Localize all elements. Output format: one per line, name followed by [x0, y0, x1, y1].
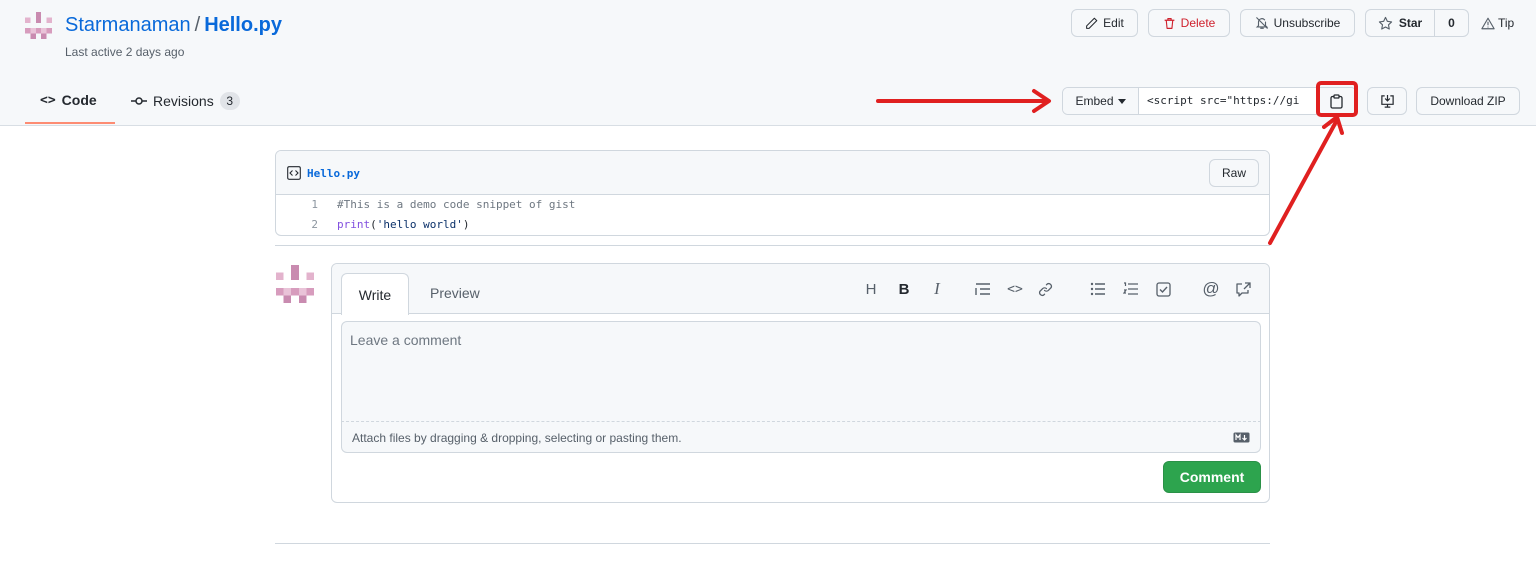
- embed-group: Embed <script src="https://gi: [1062, 87, 1357, 115]
- comment-submit-button[interactable]: Comment: [1163, 461, 1261, 493]
- edit-label: Edit: [1103, 16, 1124, 30]
- desktop-download-icon: [1380, 94, 1394, 108]
- caret-down-icon: [1117, 98, 1126, 104]
- italic-icon[interactable]: I: [927, 279, 947, 299]
- download-desktop-button[interactable]: [1367, 87, 1407, 115]
- bell-slash-icon: [1255, 17, 1268, 29]
- file-code-icon: [287, 166, 301, 180]
- code-line: 2 print('hello world'): [276, 215, 1269, 235]
- code-icon: <>: [40, 92, 56, 108]
- download-zip-label: Download ZIP: [1430, 94, 1506, 108]
- bottom-divider: [275, 543, 1270, 544]
- warning-triangle-icon: [1481, 17, 1495, 29]
- section-divider: [275, 245, 1270, 246]
- owner-link[interactable]: Starmanaman: [65, 14, 191, 36]
- link-icon[interactable]: [1035, 279, 1055, 299]
- comment-textarea[interactable]: Leave a comment: [341, 321, 1261, 422]
- comment-form: Write Preview H B I <> @ Leave a comment…: [331, 263, 1270, 503]
- code-string: 'hello world': [376, 218, 463, 231]
- title-separator: /: [194, 14, 201, 36]
- file-name-link[interactable]: Hello.py: [307, 167, 360, 180]
- last-active-text: Last active 2 days ago: [65, 45, 185, 59]
- attach-files-bar[interactable]: Attach files by dragging & dropping, sel…: [341, 422, 1261, 453]
- gist-header: Starmanaman / Hello.py Last active 2 days …: [0, 0, 1536, 126]
- code-paren-close: ): [462, 218, 470, 231]
- code-comment: #This is a demo code snippet of gist: [337, 198, 576, 211]
- tab-code[interactable]: <> Code: [40, 92, 97, 108]
- code-line: 1 #This is a demo code snippet of gist: [276, 195, 1269, 215]
- mention-icon[interactable]: @: [1201, 279, 1221, 299]
- delete-label: Delete: [1180, 16, 1216, 30]
- code-content: print('hello world'): [337, 215, 469, 235]
- quote-icon[interactable]: [973, 279, 993, 299]
- star-group: Star 0: [1365, 9, 1469, 37]
- tab-revisions[interactable]: Revisions 3: [131, 92, 240, 110]
- star-icon: [1378, 16, 1392, 30]
- cross-reference-icon[interactable]: [1233, 279, 1253, 299]
- clipboard-icon: [1330, 93, 1343, 109]
- tip-label: Tip: [1498, 16, 1515, 30]
- markdown-icon: [1233, 432, 1250, 443]
- file-box: Hello.py Raw 1 #This is a demo code snip…: [275, 150, 1270, 236]
- numbered-list-icon[interactable]: [1121, 279, 1141, 299]
- gist-file-link[interactable]: Hello.py: [204, 14, 282, 36]
- tab-revisions-label: Revisions: [153, 93, 214, 109]
- bulleted-list-icon[interactable]: [1088, 279, 1108, 299]
- code-paren-open: (: [370, 218, 377, 231]
- unsubscribe-button[interactable]: Unsubscribe: [1240, 9, 1355, 37]
- annotation-arrow-up: [1268, 118, 1339, 245]
- gist-title: Starmanaman / Hello.py: [65, 14, 282, 37]
- star-count[interactable]: 0: [1435, 10, 1468, 36]
- attach-hint: Attach files by dragging & dropping, sel…: [352, 431, 682, 445]
- download-zip-button[interactable]: Download ZIP: [1416, 87, 1520, 115]
- embed-url-field[interactable]: <script src="https://gi: [1139, 88, 1317, 114]
- commenter-avatar[interactable]: [276, 265, 314, 303]
- pencil-icon: [1086, 17, 1098, 29]
- star-button[interactable]: Star: [1366, 10, 1435, 36]
- revisions-counter: 3: [219, 92, 240, 110]
- tab-code-label: Code: [61, 92, 97, 108]
- raw-button[interactable]: Raw: [1209, 159, 1259, 187]
- line-number[interactable]: 2: [276, 215, 318, 235]
- embed-dropdown[interactable]: Embed: [1063, 88, 1139, 114]
- active-tab-indicator: [25, 122, 115, 124]
- code-icon[interactable]: <>: [1005, 279, 1025, 299]
- unsubscribe-label: Unsubscribe: [1273, 16, 1341, 30]
- commit-icon: [131, 97, 147, 105]
- copy-embed-button[interactable]: [1317, 88, 1356, 114]
- delete-button[interactable]: Delete: [1148, 9, 1230, 37]
- edit-button[interactable]: Edit: [1071, 9, 1138, 37]
- embed-label: Embed: [1075, 94, 1114, 108]
- bold-icon[interactable]: B: [894, 279, 914, 299]
- user-avatar[interactable]: [25, 12, 52, 39]
- star-label: Star: [1398, 16, 1423, 30]
- file-header: Hello.py Raw: [276, 151, 1269, 195]
- heading-icon[interactable]: H: [861, 279, 881, 299]
- line-number[interactable]: 1: [276, 195, 318, 215]
- tab-write[interactable]: Write: [341, 273, 409, 315]
- task-list-icon[interactable]: [1153, 279, 1173, 299]
- tab-preview[interactable]: Preview: [430, 285, 480, 301]
- tip-link[interactable]: Tip: [1481, 16, 1514, 30]
- trash-icon: [1164, 17, 1175, 29]
- code-builtin: print: [337, 218, 371, 231]
